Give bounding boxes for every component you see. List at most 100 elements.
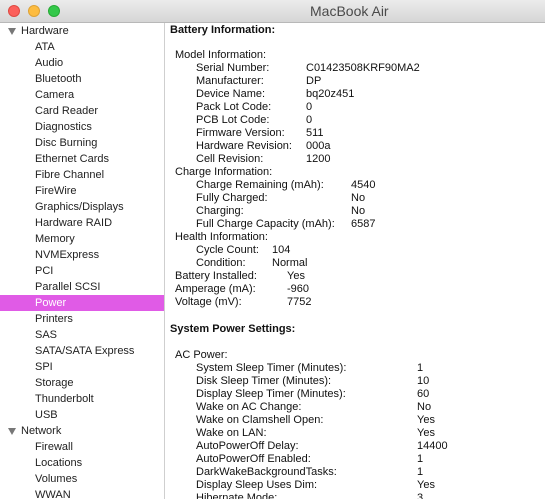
sidebar-item-storage[interactable]: Storage [0, 375, 164, 391]
health-row: Condition: Normal [165, 257, 545, 270]
field-value: 1200 [306, 153, 331, 165]
field-label: Disk Sleep Timer (Minutes): [196, 375, 332, 387]
field-label: AutoPowerOff Delay: [196, 440, 299, 452]
battery-misc-row: Voltage (mV): 7752 [165, 296, 545, 309]
model-row: Cell Revision: 1200 [165, 153, 545, 166]
field-label: Wake on Clamshell Open: [196, 414, 324, 426]
field-label: AutoPowerOff Enabled: [196, 453, 311, 465]
field-label: Display Sleep Timer (Minutes): [196, 388, 346, 400]
sidebar-item-hardware-raid[interactable]: Hardware RAID [0, 215, 164, 231]
sidebar-group-hardware[interactable]: Hardware [0, 23, 164, 39]
sidebar-item-wwan[interactable]: WWAN [0, 487, 164, 499]
sidebar[interactable]: Hardware ATA Audio Bluetooth Camera Card Read… [0, 23, 165, 499]
field-label: Charging: [196, 205, 244, 217]
field-label: Battery Installed: [175, 270, 257, 282]
ac-power-row: AutoPowerOff Enabled: 1 [165, 453, 545, 466]
sidebar-item-spi[interactable]: SPI [0, 359, 164, 375]
sidebar-item-bluetooth[interactable]: Bluetooth [0, 71, 164, 87]
field-value: 000a [306, 140, 331, 152]
sidebar-item-firewall[interactable]: Firewall [0, 439, 164, 455]
field-label: Charge Remaining (mAh): [196, 179, 324, 191]
disclosure-triangle-icon[interactable] [8, 27, 16, 35]
health-information-header: Health Information: [175, 231, 268, 243]
sidebar-group-label: Network [21, 425, 62, 437]
field-label: Amperage (mA): [175, 283, 256, 295]
field-value: No [417, 401, 432, 413]
field-label: Display Sleep Uses Dim: [196, 479, 318, 491]
field-value: Normal [272, 257, 308, 269]
sidebar-item-card-reader[interactable]: Card Reader [0, 103, 164, 119]
sidebar-item-ethernet-cards[interactable]: Ethernet Cards [0, 151, 164, 167]
sidebar-group-network[interactable]: Network [0, 423, 164, 439]
sidebar-group-label: Hardware [21, 25, 69, 37]
detail-pane[interactable]: Battery Information: Model Information: Se… [165, 23, 545, 499]
field-value: 1 [417, 453, 424, 465]
ac-power-row: System Sleep Timer (Minutes): 1 [165, 362, 545, 375]
sidebar-item-sas[interactable]: SAS [0, 327, 164, 343]
charge-row: Charging: No [165, 205, 545, 218]
field-value: 104 [272, 244, 291, 256]
field-label: Wake on AC Change: [196, 401, 302, 413]
sidebar-item-firewire[interactable]: FireWire [0, 183, 164, 199]
model-row: Serial Number: C01423508KRF90MA2 [165, 62, 545, 75]
ac-power-row: Wake on LAN: Yes [165, 427, 545, 440]
sidebar-item-diagnostics[interactable]: Diagnostics [0, 119, 164, 135]
battery-misc-row: Battery Installed: Yes [165, 270, 545, 283]
field-value: 14400 [417, 440, 448, 452]
field-value: 6587 [351, 218, 376, 230]
window-controls [8, 5, 60, 17]
sidebar-item-fibre-channel[interactable]: Fibre Channel [0, 167, 164, 183]
system-power-settings-title: System Power Settings: [170, 323, 296, 335]
sidebar-item-audio[interactable]: Audio [0, 55, 164, 71]
title-bar[interactable]: MacBook Air [0, 0, 545, 23]
sidebar-item-parallel-scsi[interactable]: Parallel SCSI [0, 279, 164, 295]
close-button[interactable] [8, 5, 20, 17]
field-value: 7752 [287, 296, 312, 308]
model-row: Pack Lot Code: 0 [165, 101, 545, 114]
ac-power-header: AC Power: [175, 349, 228, 361]
sidebar-item-graphics-displays[interactable]: Graphics/Displays [0, 199, 164, 215]
zoom-button[interactable] [48, 5, 60, 17]
battery-information-title: Battery Information: [170, 24, 276, 36]
field-value: 10 [417, 375, 430, 387]
sidebar-item-nvmexpress[interactable]: NVMExpress [0, 247, 164, 263]
sidebar-item-disc-burning[interactable]: Disc Burning [0, 135, 164, 151]
ac-power-row: Display Sleep Uses Dim: Yes [165, 479, 545, 492]
field-value: 0 [306, 101, 313, 113]
sidebar-item-camera[interactable]: Camera [0, 87, 164, 103]
model-row: Device Name: bq20z451 [165, 88, 545, 101]
field-value: Yes [417, 427, 435, 439]
field-label: Device Name: [196, 88, 266, 100]
model-information-header: Model Information: [175, 49, 267, 61]
minimize-button[interactable] [28, 5, 40, 17]
field-value: 511 [306, 127, 324, 139]
field-label: Cycle Count: [196, 244, 259, 256]
sidebar-item-thunderbolt[interactable]: Thunderbolt [0, 391, 164, 407]
disclosure-triangle-icon[interactable] [8, 427, 16, 435]
field-label: Wake on LAN: [196, 427, 267, 439]
ac-power-row: Display Sleep Timer (Minutes): 60 [165, 388, 545, 401]
sidebar-item-pci[interactable]: PCI [0, 263, 164, 279]
sidebar-item-memory[interactable]: Memory [0, 231, 164, 247]
field-label: Cell Revision: [196, 153, 264, 165]
ac-power-row: Hibernate Mode: 3 [165, 492, 545, 499]
field-label: Fully Charged: [196, 192, 268, 204]
field-label: Hibernate Mode: [196, 492, 278, 499]
sidebar-item-usb[interactable]: USB [0, 407, 164, 423]
field-label: Hardware Revision: [196, 140, 292, 152]
sidebar-item-printers[interactable]: Printers [0, 311, 164, 327]
sidebar-item-power[interactable]: Power [0, 295, 164, 311]
health-row: Cycle Count: 104 [165, 244, 545, 257]
ac-power-row: AutoPowerOff Delay: 14400 [165, 440, 545, 453]
sidebar-item-locations[interactable]: Locations [0, 455, 164, 471]
field-value: bq20z451 [306, 88, 355, 100]
system-information-window: MacBook Air Hardware ATA Audio Bluetooth Cam… [0, 0, 545, 499]
sidebar-item-ata[interactable]: ATA [0, 39, 164, 55]
ac-power-row: DarkWakeBackgroundTasks: 1 [165, 466, 545, 479]
battery-misc-row: Amperage (mA): -960 [165, 283, 545, 296]
sidebar-item-sata-sata-express[interactable]: SATA/SATA Express [0, 343, 164, 359]
charge-row: Full Charge Capacity (mAh): 6587 [165, 218, 545, 231]
sidebar-item-volumes[interactable]: Volumes [0, 471, 164, 487]
field-value: Yes [417, 479, 435, 491]
field-label: Full Charge Capacity (mAh): [196, 218, 335, 230]
